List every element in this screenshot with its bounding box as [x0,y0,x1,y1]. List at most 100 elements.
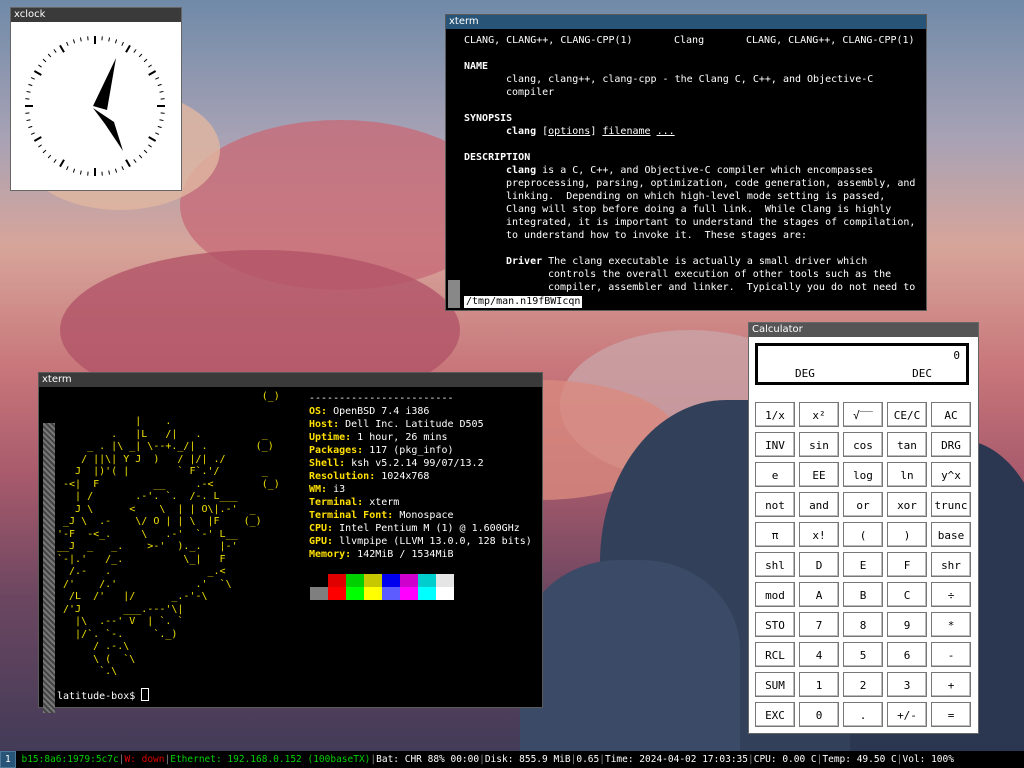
calc-key[interactable]: +/- [887,702,927,727]
palette-swatch [346,574,364,587]
calc-key[interactable]: CE/C [887,402,927,427]
calc-key[interactable]: sin [799,432,839,457]
palette-swatch [436,587,454,600]
battery-status: Bat: CHR 88% 00:00 [376,754,480,765]
man-xterm-window[interactable]: xterm CLANG, CLANG++, CLANG-CPP(1) Clang… [445,14,927,311]
man-desc-line-6: to understand how to invoke it. These st… [506,230,808,241]
calc-key[interactable]: AC [931,402,971,427]
calculator-titlebar[interactable]: Calculator [749,323,978,337]
calc-key[interactable]: tan [887,432,927,457]
calc-key[interactable]: ÷ [931,582,971,607]
calc-key[interactable]: 1/x [755,402,795,427]
calc-key[interactable]: INV [755,432,795,457]
info-key: Shell: [309,458,346,469]
calc-key[interactable]: π [755,522,795,547]
openbsd-ascii-logo: (_) | . . |L /| . _ _ . |\ _| \--+._/| .… [57,391,280,677]
neofetch-xterm-window[interactable]: xterm (_) | . . |L /| . _ _ . |\ _| \--+… [38,372,543,713]
info-value: Dell Inc. Latitude D505 [339,419,484,430]
calc-key[interactable]: A [799,582,839,607]
man-header-right: CLANG, CLANG++, CLANG-CPP(1) [746,35,915,46]
calc-key[interactable]: y^x [931,462,971,487]
calc-key[interactable]: E [843,552,883,577]
calc-key[interactable]: shr [931,552,971,577]
calc-key[interactable]: + [931,672,971,697]
neofetch-xterm-titlebar[interactable]: xterm [39,373,542,387]
clock-tick [138,154,143,159]
calc-key[interactable]: 3 [887,672,927,697]
clock-tick [33,136,42,142]
calc-key[interactable]: mod [755,582,795,607]
clock-tick [148,70,157,76]
info-value: i3 [327,484,346,495]
calc-key[interactable]: 2 [843,672,883,697]
clock-tick [42,58,47,63]
calc-key[interactable]: 6 [887,642,927,667]
xclock-window[interactable]: xclock [10,7,182,191]
calculator-window[interactable]: Calculator 0 DEG DEC 1/x x² √‾‾ CE/C AC INV si… [748,322,979,734]
calc-key[interactable]: B [843,582,883,607]
calc-key[interactable]: SUM [755,672,795,697]
calc-key[interactable]: trunc [931,492,971,517]
calc-key[interactable]: √‾‾ [843,402,883,427]
base-mode-indicator: DEC [912,367,932,380]
calc-key[interactable]: C [887,582,927,607]
calc-key[interactable]: e [755,462,795,487]
palette-swatch [400,587,418,600]
calc-key[interactable]: x! [799,522,839,547]
clock-tick [121,41,124,46]
calc-key[interactable]: 9 [887,612,927,637]
calc-key[interactable]: * [931,612,971,637]
palette-swatch [418,574,436,587]
man-scrollbar[interactable] [448,280,460,308]
info-key: Uptime: [309,432,352,443]
calc-key[interactable]: 4 [799,642,839,667]
calc-key[interactable]: 8 [843,612,883,637]
driver-line-1-text: The clang executable is actually a small… [542,256,868,267]
load-status: 0.65 [576,754,600,765]
man-desc-line-2: preprocessing, parsing, optimization, co… [506,178,916,189]
calc-key[interactable]: 5 [843,642,883,667]
calc-key[interactable]: - [931,642,971,667]
clock-tick [42,149,47,154]
info-value: Monospace [393,510,454,521]
shell-prompt[interactable]: latitude-box$ [57,688,150,703]
calc-key[interactable]: ) [887,522,927,547]
man-xterm-titlebar[interactable]: xterm [446,15,926,29]
palette-row-bright [310,587,454,600]
clock-tick [33,70,42,76]
info-value: llvmpipe (LLVM 13.0.0, 128 bits) [333,536,532,547]
calc-key[interactable]: 7 [799,612,839,637]
calc-key[interactable]: DRG [931,432,971,457]
calc-key[interactable]: xor [887,492,927,517]
info-key: Terminal Font: [309,510,394,521]
calc-key[interactable]: cos [843,432,883,457]
xclock-titlebar[interactable]: xclock [11,8,181,22]
calc-key[interactable]: . [843,702,883,727]
clock-tick [125,44,131,53]
calc-key[interactable]: base [931,522,971,547]
man-header-center: Clang [674,35,705,46]
info-header: ------------------------ [309,393,454,404]
calc-key[interactable]: = [931,702,971,727]
neofetch-scrollbar[interactable] [43,423,55,713]
calc-key[interactable]: EXC [755,702,795,727]
man-desc-line-3: linking. Depending on which high-level m… [506,191,886,202]
calc-key[interactable]: log [843,462,883,487]
calc-key[interactable]: F [887,552,927,577]
calc-key[interactable]: x² [799,402,839,427]
calc-key[interactable]: shl [755,552,795,577]
calc-key[interactable]: EE [799,462,839,487]
calc-key[interactable]: ( [843,522,883,547]
calc-key[interactable]: ln [887,462,927,487]
calc-key[interactable]: RCL [755,642,795,667]
clock-tick [59,44,65,53]
calc-key[interactable]: 0 [799,702,839,727]
calc-key[interactable]: STO [755,612,795,637]
calc-key[interactable]: and [799,492,839,517]
calc-key[interactable]: D [799,552,839,577]
calc-key[interactable]: 1 [799,672,839,697]
calc-key[interactable]: not [755,492,795,517]
calc-key[interactable]: or [843,492,883,517]
workspace-button[interactable]: 1 [0,751,16,768]
clock-tick [59,159,65,168]
